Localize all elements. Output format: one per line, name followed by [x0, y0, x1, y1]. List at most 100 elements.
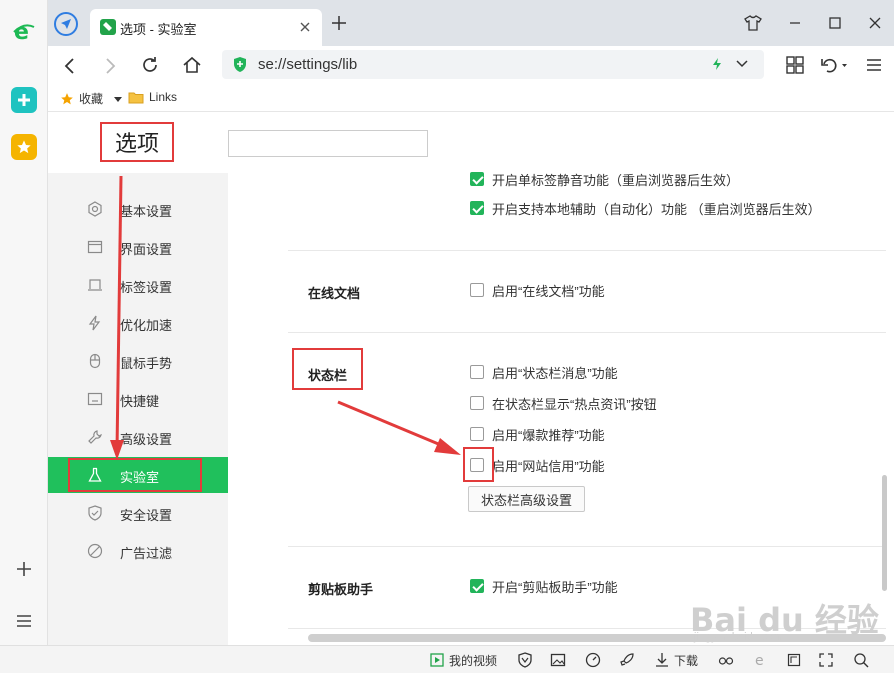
links-label: Links — [149, 90, 178, 104]
sidebar-item-label: 基本设置 — [120, 204, 173, 219]
option-local-assist[interactable]: 开启支持本地辅助（自动化）功能 （重启浏览器后生效） — [470, 199, 821, 217]
option-single-tab-mute[interactable]: 开启单标签静音功能（重启浏览器后生效） — [470, 170, 739, 188]
image-icon[interactable] — [550, 650, 566, 670]
new-tab-button[interactable] — [328, 12, 350, 34]
undo-close-icon[interactable] — [820, 56, 848, 77]
checkbox[interactable] — [470, 579, 484, 593]
navigation-compass-icon[interactable] — [54, 12, 78, 36]
window-icon — [86, 238, 104, 256]
section-divider — [288, 332, 886, 333]
security-shield-icon[interactable] — [517, 650, 533, 670]
checkbox[interactable] — [470, 201, 484, 215]
svg-text:e: e — [14, 20, 29, 44]
rocket-icon[interactable] — [619, 650, 635, 670]
skin-shirt-icon[interactable] — [742, 12, 764, 34]
download-icon — [656, 653, 668, 667]
settings-sidebar: 基本设置 界面设置 标签设置 优化加速 鼠标手势 快捷键 高级设置 实验室 安全… — [48, 173, 228, 645]
wrench-icon — [86, 428, 104, 446]
links-bookmark-folder[interactable]: Links — [128, 90, 177, 104]
favorites-bookmark[interactable]: 收藏 — [60, 90, 123, 107]
download-label: 下载 — [674, 653, 699, 668]
option-label: 启用“在线文档”功能 — [492, 283, 605, 299]
zoom-search-icon[interactable] — [853, 650, 869, 670]
home-button[interactable] — [182, 55, 202, 78]
video-play-icon — [430, 653, 444, 667]
close-tab-icon[interactable] — [298, 20, 312, 34]
bookmark-bar: 收藏 Links — [48, 86, 894, 112]
checkbox[interactable] — [470, 172, 484, 186]
sidebar-item-mouse-gesture[interactable]: 鼠标手势 — [48, 343, 228, 379]
settings-content: 开启单标签静音功能（重启浏览器后生效） 开启支持本地辅助（自动化）功能 （重启浏… — [228, 170, 886, 645]
mouse-icon — [86, 352, 104, 370]
title-bar: 选项 - 实验室 — [48, 0, 894, 46]
sidebar-item-security[interactable]: 安全设置 — [48, 495, 228, 531]
my-video-label: 我的视频 — [449, 653, 498, 668]
browser-e-icon[interactable]: e — [753, 650, 769, 670]
checkbox[interactable] — [470, 427, 484, 441]
keyboard-icon — [86, 390, 104, 408]
sidebar-item-advanced[interactable]: 高级设置 — [48, 419, 228, 455]
sidebar-item-shortcut[interactable]: 快捷键 — [48, 381, 228, 417]
download-button[interactable]: 下载 — [655, 650, 698, 670]
favorites-star-icon[interactable] — [11, 134, 37, 160]
option-clipboard-helper[interactable]: 开启“剪贴板助手”功能 — [470, 577, 618, 595]
grid-apps-icon[interactable] — [786, 56, 804, 77]
option-hot-news-button[interactable]: 在状态栏显示“热点资讯”按钮 — [470, 394, 657, 412]
reload-button[interactable] — [140, 55, 160, 78]
glasses-icon[interactable] — [718, 650, 734, 670]
sidebar-item-tabs[interactable]: 标签设置 — [48, 267, 228, 303]
address-text: se://settings/lib — [258, 56, 358, 73]
tab-title: 选项 - 实验室 — [120, 22, 197, 37]
main-menu-icon[interactable] — [866, 57, 882, 76]
settings-search-input[interactable] — [228, 130, 428, 157]
maximize-button[interactable] — [824, 12, 846, 34]
option-hot-recommend[interactable]: 启用“爆款推荐”功能 — [470, 425, 605, 443]
minimize-button[interactable] — [784, 12, 806, 34]
shield-icon — [86, 504, 104, 522]
forward-button[interactable] — [100, 56, 120, 79]
option-statusbar-message[interactable]: 启用“状态栏消息”功能 — [470, 363, 618, 381]
back-button[interactable] — [60, 56, 80, 79]
address-bar[interactable]: se://settings/lib — [222, 50, 764, 79]
section-title-online-docs: 在线文档 — [308, 286, 361, 301]
option-label: 启用“网站信用”功能 — [492, 458, 605, 474]
vertical-scrollbar[interactable] — [882, 475, 887, 591]
secure-shield-icon — [232, 56, 248, 73]
sidebar-item-optimize[interactable]: 优化加速 — [48, 305, 228, 341]
fullscreen-icon[interactable] — [818, 650, 834, 670]
checkbox[interactable] — [470, 365, 484, 379]
checkbox[interactable] — [470, 396, 484, 410]
chevron-down-icon[interactable] — [735, 58, 749, 73]
section-divider — [288, 546, 886, 547]
status-bar: 我的视频 下载 e — [0, 645, 894, 673]
settings-page: 选项 基本设置 界面设置 标签设置 优化加速 鼠标手势 快捷键 高级设置 实验室… — [48, 112, 894, 645]
my-video-button[interactable]: 我的视频 — [430, 650, 497, 670]
add-app-icon[interactable] — [11, 556, 37, 582]
extension-app-icon[interactable] — [11, 87, 37, 113]
sidebar-item-adblock[interactable]: 广告过滤 — [48, 533, 228, 569]
window-restore-icon[interactable] — [786, 650, 802, 670]
section-title-clipboard: 剪贴板助手 — [308, 582, 374, 597]
option-online-docs[interactable]: 启用“在线文档”功能 — [470, 281, 605, 299]
lab-tab-icon — [100, 19, 116, 35]
sidebar-item-label: 鼠标手势 — [120, 356, 173, 371]
active-tab[interactable]: 选项 - 实验室 — [90, 9, 322, 46]
statusbar-advanced-settings-button[interactable]: 状态栏高级设置 — [468, 486, 585, 512]
checkbox[interactable] — [470, 283, 484, 297]
page-title: 选项 — [100, 122, 174, 162]
speed-gauge-icon[interactable] — [585, 650, 601, 670]
lightning-speed-icon[interactable] — [710, 57, 724, 74]
sidebar-item-label: 快捷键 — [120, 394, 160, 409]
ban-icon — [86, 542, 104, 560]
sidebar-item-interface[interactable]: 界面设置 — [48, 229, 228, 265]
sidebar-item-basic[interactable]: 基本设置 — [48, 191, 228, 227]
gear-icon — [86, 200, 104, 218]
star-icon — [61, 92, 73, 104]
tab-icon — [86, 276, 104, 294]
annotation-box-lab — [68, 458, 202, 492]
close-window-button[interactable] — [864, 12, 886, 34]
option-label: 开启单标签静音功能（重启浏览器后生效） — [492, 172, 740, 188]
menu-list-icon[interactable] — [11, 608, 37, 634]
sidebar-item-label: 优化加速 — [120, 318, 173, 333]
caret-down-icon — [114, 96, 123, 102]
